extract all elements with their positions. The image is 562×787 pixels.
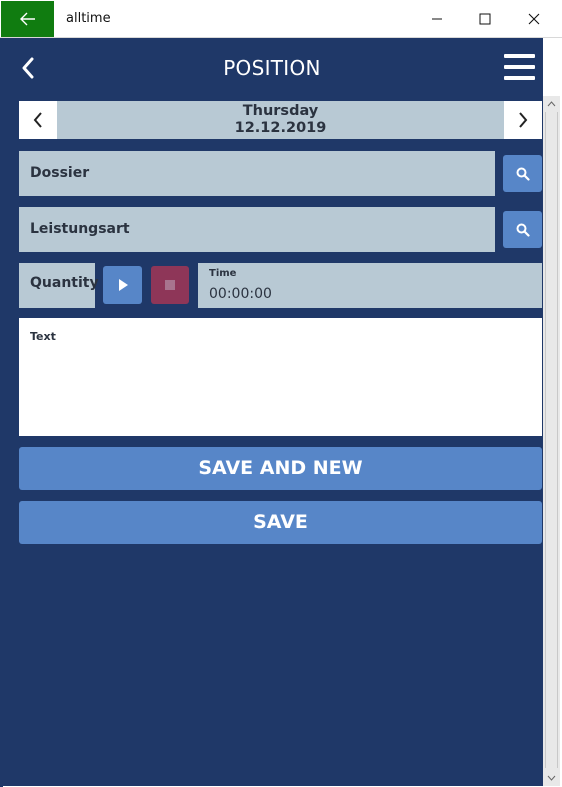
- chevron-right-icon: [519, 112, 528, 128]
- menu-bar: [504, 76, 535, 80]
- date-navigator: Thursday 12.12.2019: [19, 101, 542, 139]
- date-display[interactable]: Thursday 12.12.2019: [57, 103, 504, 137]
- next-day-button[interactable]: [504, 101, 542, 139]
- dossier-field[interactable]: Dossier: [19, 151, 495, 196]
- dossier-search-button[interactable]: [503, 155, 542, 192]
- search-icon: [516, 223, 530, 237]
- quantity-field[interactable]: Quantity: [19, 263, 99, 308]
- previous-day-button[interactable]: [19, 101, 57, 139]
- weekday-label: Thursday: [242, 103, 319, 119]
- vertical-scrollbar[interactable]: [543, 96, 560, 786]
- stop-icon: [165, 280, 175, 290]
- close-button[interactable]: [511, 0, 557, 38]
- timer-play-button[interactable]: [103, 266, 142, 304]
- window-titlebar: alltime: [0, 0, 562, 38]
- scroll-track[interactable]: [545, 112, 558, 768]
- save-and-new-button[interactable]: SAVE AND NEW: [19, 447, 542, 490]
- text-label: Text: [30, 330, 56, 343]
- close-icon: [528, 13, 540, 25]
- date-label: 12.12.2019: [234, 120, 327, 136]
- play-icon: [118, 279, 128, 291]
- arrow-left-icon: [19, 12, 35, 26]
- minimize-button[interactable]: [414, 0, 460, 38]
- minimize-icon: [432, 18, 442, 20]
- scroll-up-button[interactable]: [543, 96, 560, 112]
- time-value: 00:00:00: [209, 286, 272, 302]
- chevron-left-icon: [33, 112, 42, 128]
- leistungsart-field[interactable]: Leistungsart: [19, 207, 495, 252]
- text-input[interactable]: Text: [19, 318, 542, 436]
- time-field[interactable]: Time 00:00:00: [198, 263, 542, 308]
- timer-stop-button[interactable]: [151, 266, 189, 304]
- time-label: Time: [209, 268, 237, 279]
- menu-bar: [504, 65, 535, 69]
- search-icon: [516, 167, 530, 181]
- app-content: POSITION Thursday 12.12.2019 Dossier Lei…: [1, 38, 543, 786]
- menu-bar: [504, 54, 535, 58]
- leistungsart-search-button[interactable]: [503, 211, 542, 248]
- page-title: POSITION: [223, 56, 321, 80]
- scroll-down-button[interactable]: [543, 770, 560, 786]
- save-button[interactable]: SAVE: [19, 501, 542, 544]
- maximize-icon: [479, 13, 491, 25]
- window-back-button[interactable]: [1, 1, 54, 37]
- maximize-button[interactable]: [462, 0, 508, 38]
- chevron-up-icon: [547, 101, 556, 107]
- hamburger-menu-icon[interactable]: [504, 54, 538, 80]
- app-header: POSITION: [1, 38, 543, 98]
- window-title: alltime: [66, 11, 111, 26]
- chevron-down-icon: [547, 775, 556, 781]
